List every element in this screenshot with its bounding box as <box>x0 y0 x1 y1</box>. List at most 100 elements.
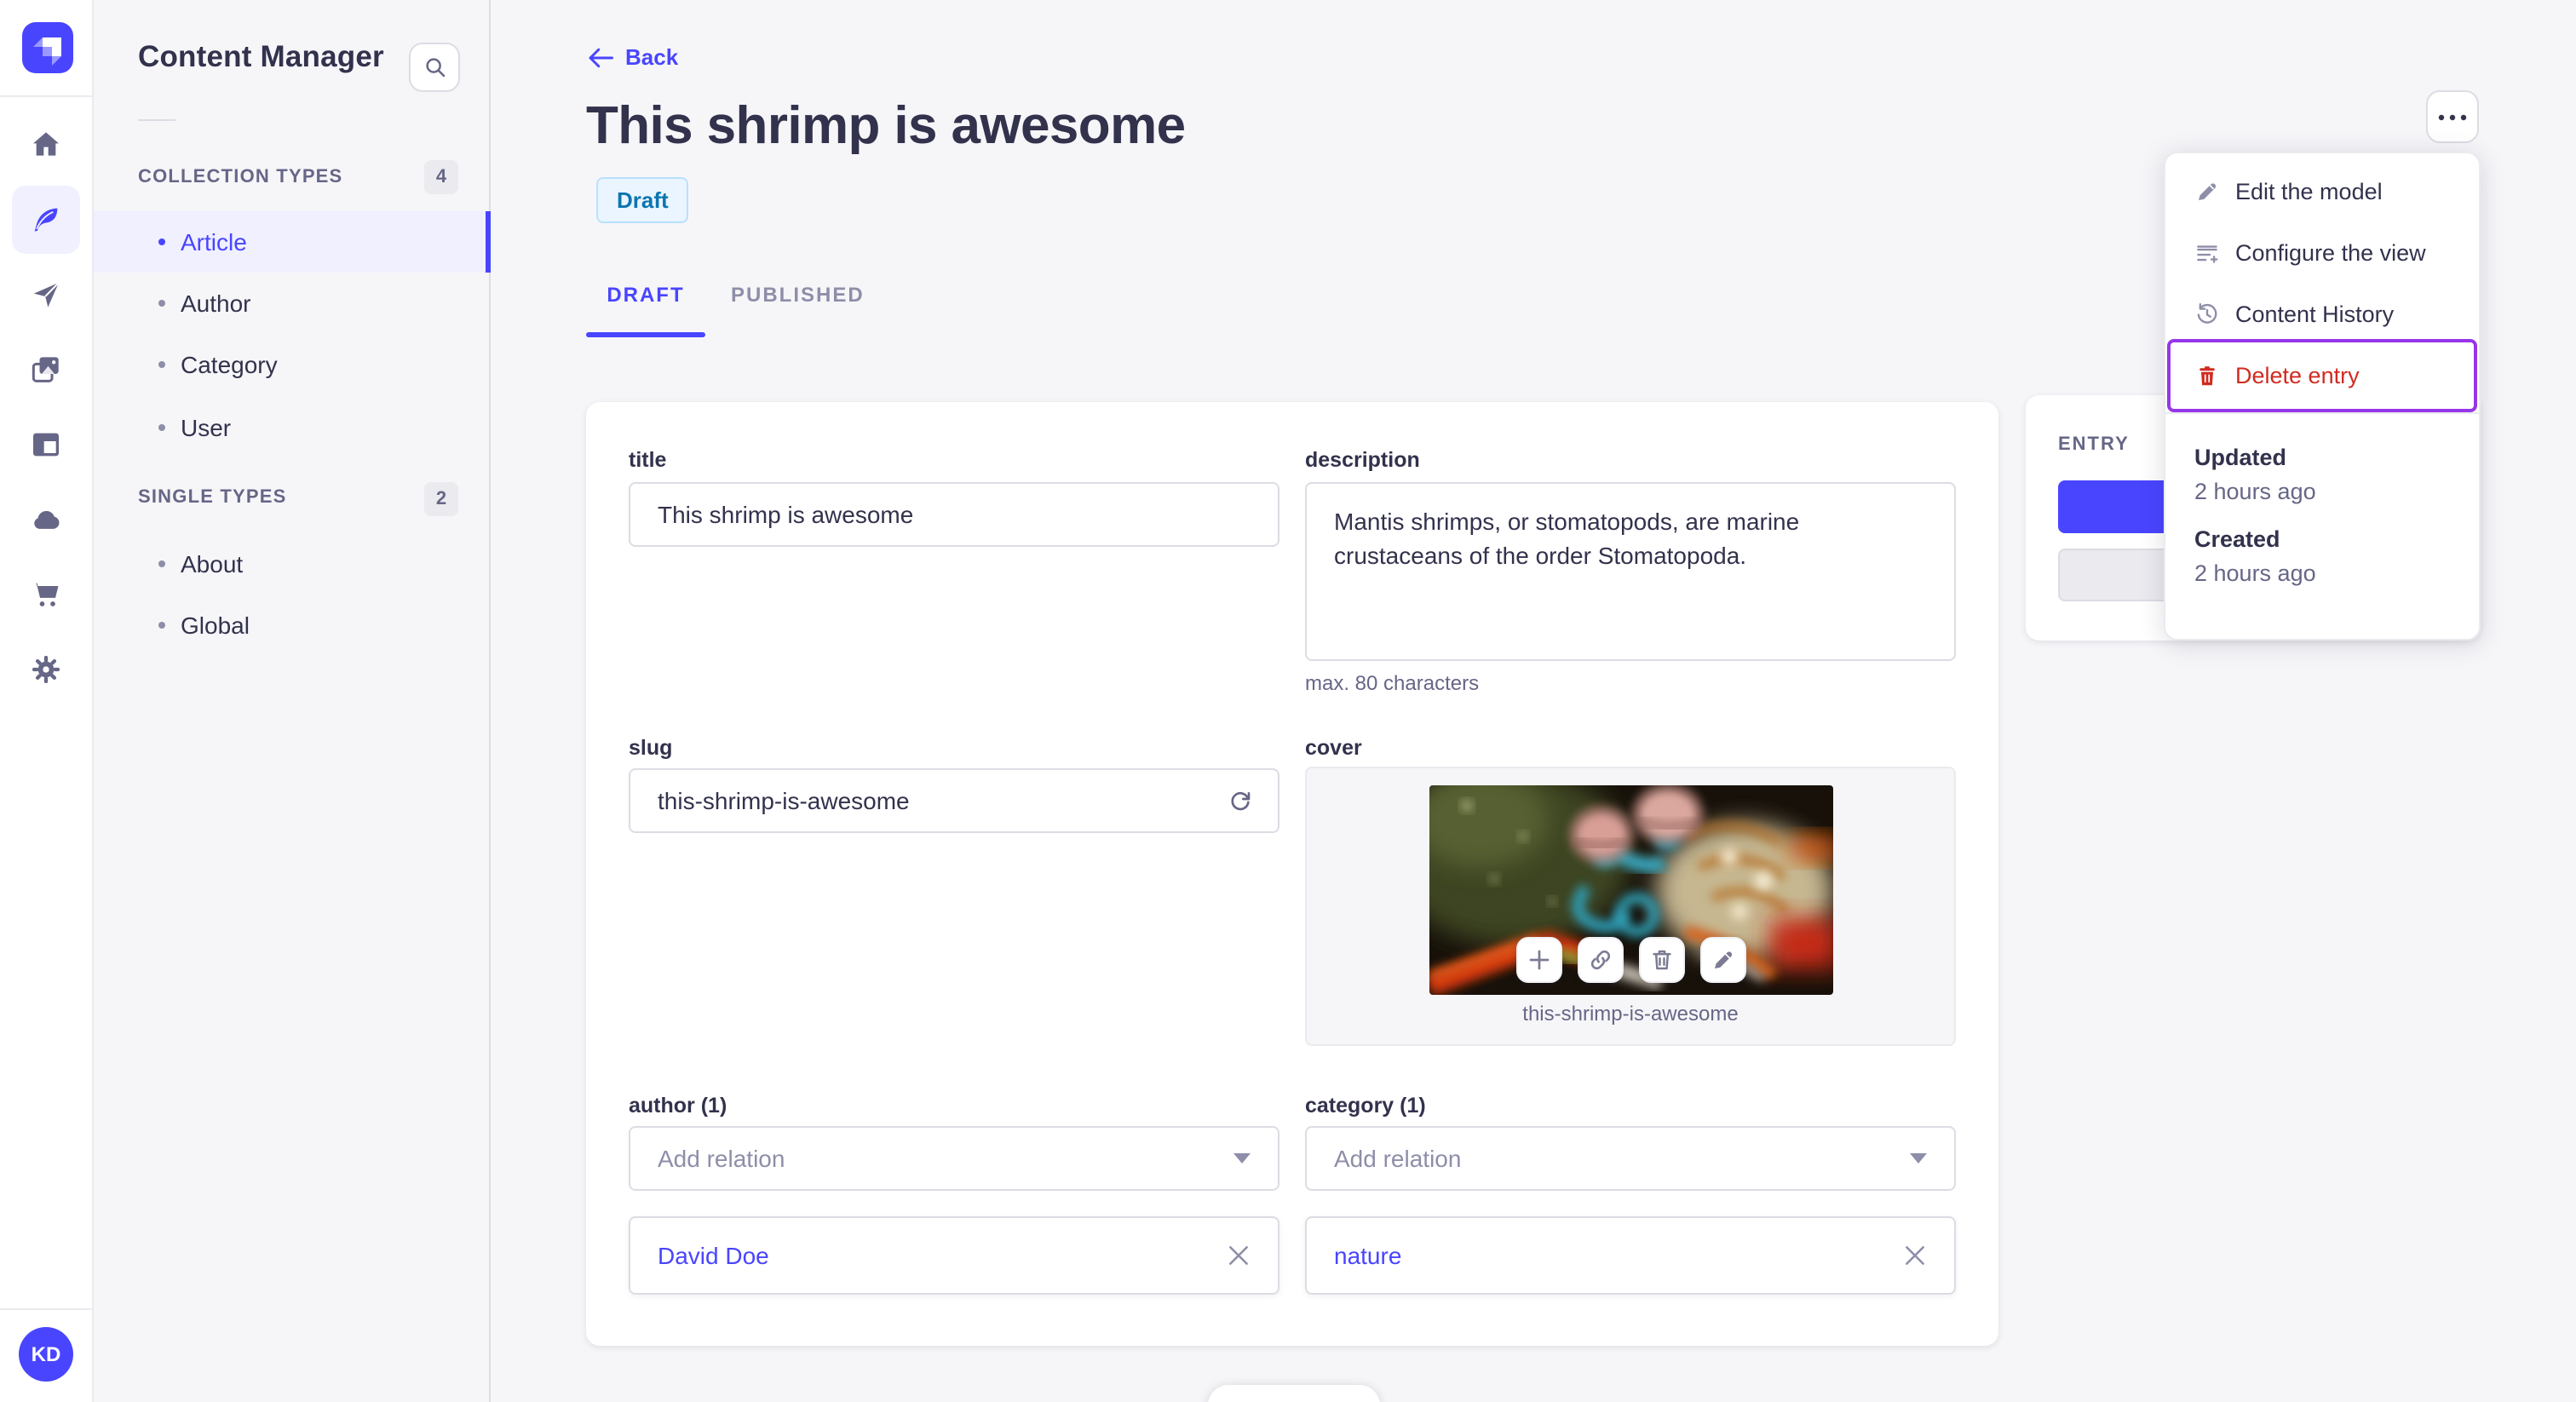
user-avatar-initials: KD <box>31 1342 61 1366</box>
subnav-item-global[interactable]: Global <box>94 595 491 656</box>
subnav-item-label: Global <box>181 612 250 639</box>
subnav-item-article[interactable]: Article <box>94 211 491 273</box>
floating-toolbar-partial[interactable] <box>1208 1385 1380 1402</box>
sidebar-item-home[interactable] <box>12 111 80 179</box>
add-media-button[interactable] <box>1516 937 1562 983</box>
tab-draft[interactable]: DRAFT <box>586 283 705 307</box>
copy-link-button[interactable] <box>1578 937 1624 983</box>
subnav-item-label: Article <box>181 228 247 256</box>
menu-item-edit-model[interactable]: Edit the model <box>2165 160 2479 221</box>
title-input[interactable] <box>629 482 1279 547</box>
description-textarea[interactable]: Mantis shrimps, or stomatopods, are mari… <box>1305 482 1956 661</box>
subnav-item-label: About <box>181 550 244 577</box>
author-relation-select[interactable]: Add relation <box>629 1126 1279 1191</box>
subnav-divider <box>138 119 175 121</box>
author-relation-item: David Doe <box>629 1216 1279 1295</box>
bullet-icon <box>158 361 165 368</box>
field-label-category: category (1) <box>1305 1094 1426 1118</box>
collection-types-count-badge: 4 <box>424 160 458 194</box>
sidebar-item-settings[interactable] <box>12 635 80 704</box>
search-icon <box>425 58 445 78</box>
sidebar-item-content-type-builder[interactable] <box>12 411 80 479</box>
back-label: Back <box>625 44 679 70</box>
select-placeholder: Add relation <box>658 1145 785 1172</box>
subnav-item-category[interactable]: Category <box>94 334 491 395</box>
category-relation-item: nature <box>1305 1216 1956 1295</box>
remove-relation-icon[interactable] <box>1903 1244 1927 1267</box>
created-value: 2 hours ago <box>2194 560 2316 586</box>
plus-icon <box>1529 950 1550 970</box>
trash-icon <box>1653 950 1671 970</box>
feather-icon <box>34 208 58 232</box>
edit-media-button[interactable] <box>1700 937 1746 983</box>
field-label-description: description <box>1305 448 1420 472</box>
cover-filename: this-shrimp-is-awesome <box>1522 1002 1739 1026</box>
menu-item-label: Configure the view <box>2235 239 2426 265</box>
updated-value: 2 hours ago <box>2194 479 2316 504</box>
remove-relation-icon[interactable] <box>1227 1244 1251 1267</box>
relation-link-category[interactable]: nature <box>1334 1242 1401 1269</box>
menu-item-delete-entry[interactable]: Delete entry <box>2165 344 2479 405</box>
home-icon <box>33 132 59 156</box>
subnav-item-label: Author <box>181 290 251 317</box>
pencil-icon <box>2199 182 2217 199</box>
slug-field <box>629 768 1279 833</box>
search-button[interactable] <box>409 43 460 92</box>
description-hint: max. 80 characters <box>1305 671 1480 695</box>
trash-icon <box>2199 365 2215 385</box>
active-tab-indicator <box>586 332 705 337</box>
strapi-logo[interactable] <box>22 22 73 73</box>
more-actions-button[interactable] <box>2426 90 2479 143</box>
configure-list-icon <box>2197 244 2218 262</box>
relation-link-author[interactable]: David Doe <box>658 1242 769 1269</box>
section-label-collection-types: COLLECTION TYPES <box>138 167 343 187</box>
rail-divider <box>0 95 94 97</box>
updated-label: Updated <box>2194 445 2286 470</box>
sidebar-item-cloud[interactable] <box>12 486 80 554</box>
menu-item-label: Content History <box>2235 301 2395 326</box>
back-link[interactable]: Back <box>588 44 678 70</box>
menu-item-content-history[interactable]: Content History <box>2165 283 2479 344</box>
cover-actions-toolbar <box>1516 937 1746 983</box>
entry-actions-menu: Edit the model Configure the view Conten… <box>2164 152 2481 641</box>
sidebar-item-content-manager[interactable] <box>12 186 80 254</box>
menu-item-label: Delete entry <box>2235 362 2360 388</box>
strapi-admin-app: KD Content Manager COLLECTION TYPES 4 Ar… <box>0 0 2576 1402</box>
sidebar-item-marketplace[interactable] <box>12 560 80 629</box>
pencil-icon <box>1715 951 1733 968</box>
tab-published[interactable]: PUBLISHED <box>731 283 865 307</box>
single-types-count-badge: 2 <box>424 482 458 516</box>
subnav-item-label: User <box>181 414 232 441</box>
content-manager-subnav: Content Manager COLLECTION TYPES 4 Artic… <box>94 0 491 1402</box>
slug-input[interactable] <box>658 787 1227 814</box>
menu-divider <box>2165 412 2479 414</box>
bullet-icon <box>158 238 165 245</box>
ellipsis-icon <box>2438 113 2467 120</box>
delete-media-button[interactable] <box>1639 937 1685 983</box>
bullet-icon <box>158 622 165 629</box>
field-label-slug: slug <box>629 736 673 760</box>
regenerate-slug-icon[interactable] <box>1227 787 1254 814</box>
field-label-title: title <box>629 448 667 472</box>
subnav-item-user[interactable]: User <box>94 397 491 458</box>
cover-field: this-shrimp-is-awesome <box>1305 767 1956 1046</box>
bullet-icon <box>158 300 165 307</box>
status-badge: Draft <box>596 177 689 223</box>
chevron-down-icon <box>1910 1153 1927 1164</box>
link-icon <box>1590 950 1611 970</box>
field-label-cover: cover <box>1305 736 1362 760</box>
category-relation-select[interactable]: Add relation <box>1305 1126 1956 1191</box>
media-library-icon <box>32 357 59 382</box>
cart-icon <box>33 583 59 606</box>
subnav-title: Content Manager <box>138 39 384 73</box>
subnav-item-about[interactable]: About <box>94 533 491 595</box>
sidebar-item-releases[interactable] <box>12 261 80 329</box>
bullet-icon <box>158 560 165 567</box>
paper-plane-icon <box>33 282 60 307</box>
sidebar-item-media-library[interactable] <box>12 336 80 404</box>
user-avatar[interactable]: KD <box>19 1327 73 1382</box>
page-title: This shrimp is awesome <box>586 95 1186 155</box>
menu-item-configure-view[interactable]: Configure the view <box>2165 221 2479 283</box>
layout-icon <box>33 433 59 457</box>
subnav-item-author[interactable]: Author <box>94 273 491 334</box>
